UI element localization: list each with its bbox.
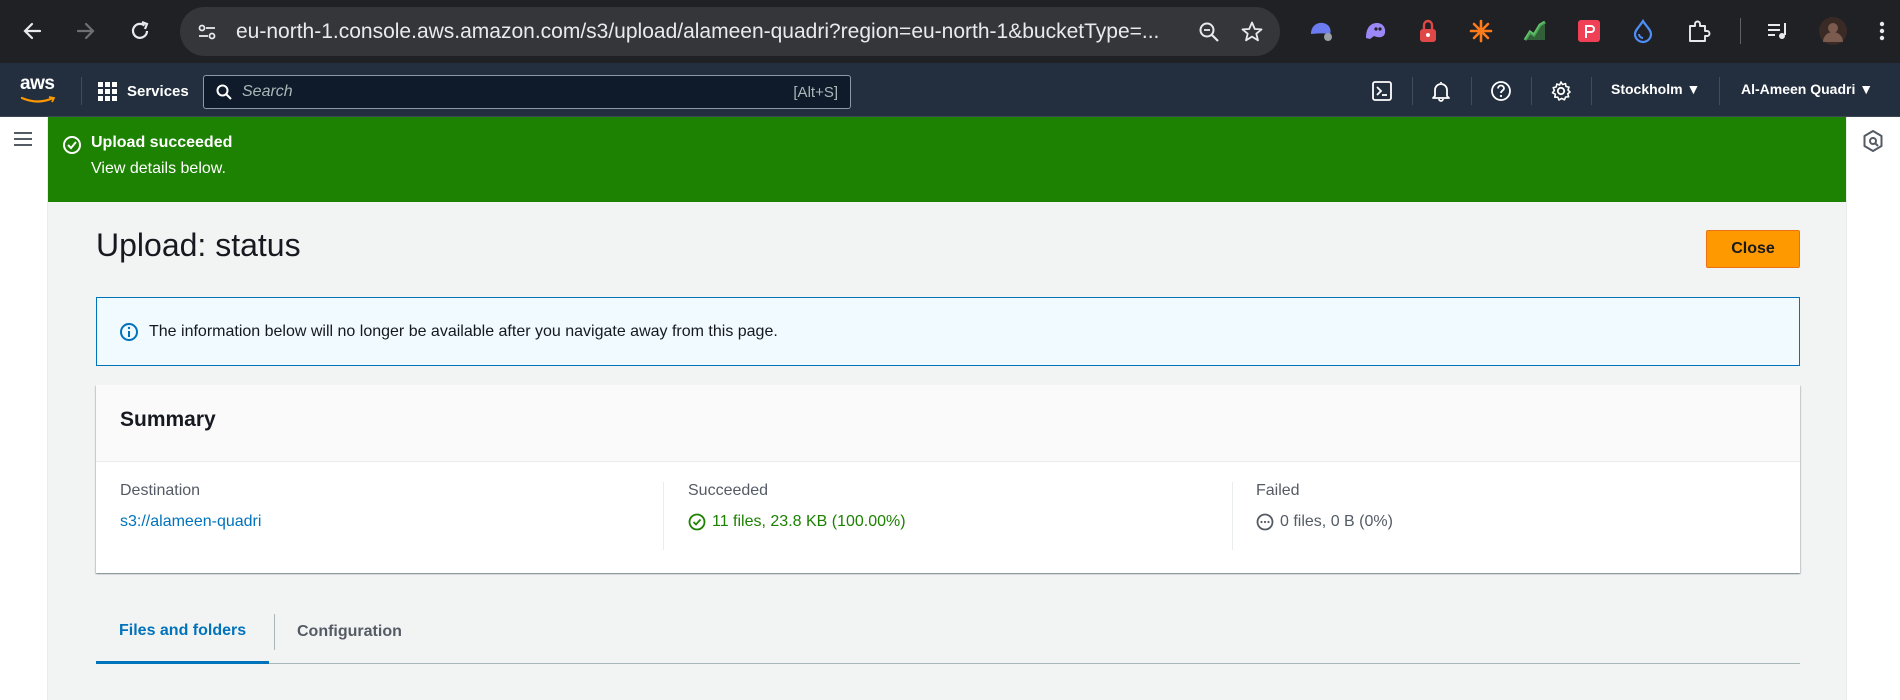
services-label: Services	[127, 82, 189, 100]
extension-lock-icon[interactable]	[1413, 14, 1443, 48]
global-search-input[interactable]: Search [Alt+S]	[203, 75, 851, 109]
summary-title: Summary	[120, 408, 216, 431]
url-text[interactable]: eu-north-1.console.aws.amazon.com/s3/upl…	[236, 20, 1166, 44]
aws-console-header: aws Services Search [Alt+S] Stockholm ▼ …	[0, 63, 1900, 117]
success-check-icon	[62, 135, 82, 160]
browser-menu-icon[interactable]	[1870, 14, 1894, 48]
banner-message: View details below.	[91, 160, 226, 177]
extensions-puzzle-icon[interactable]	[1683, 14, 1713, 48]
succeeded-value: 11 files, 23.8 KB (100.00%)	[712, 513, 906, 530]
region-label: Stockholm	[1611, 81, 1683, 97]
column-divider	[663, 482, 664, 550]
help-icon[interactable]	[1487, 77, 1515, 105]
search-icon	[216, 84, 232, 100]
hamburger-menu-icon[interactable]	[13, 131, 33, 152]
search-placeholder: Search	[242, 83, 293, 100]
services-grid-icon	[98, 81, 117, 101]
region-dropdown-icon: ▼	[1686, 81, 1701, 97]
column-divider	[1232, 482, 1233, 550]
region-selector[interactable]: Stockholm ▼	[1611, 81, 1700, 97]
profile-avatar-icon[interactable]	[1818, 14, 1848, 48]
pending-dots-icon	[1256, 513, 1274, 531]
banner-title: Upload succeeded	[91, 134, 233, 151]
close-button[interactable]: Close	[1706, 230, 1800, 268]
extension-pocket-icon[interactable]	[1574, 14, 1604, 48]
tab-divider	[274, 614, 275, 650]
extension-shield-icon[interactable]	[1306, 14, 1336, 48]
summary-panel: Summary Destination s3://alameen-quadri …	[96, 385, 1800, 573]
tools-panel-icon[interactable]	[1861, 129, 1885, 158]
zoom-icon[interactable]	[1192, 15, 1226, 49]
browser-toolbar: eu-north-1.console.aws.amazon.com/s3/upl…	[0, 0, 1900, 63]
search-shortcut: [Alt+S]	[793, 83, 838, 101]
extension-spark-icon[interactable]	[1466, 14, 1496, 48]
upload-success-banner: Upload succeeded View details below.	[48, 117, 1846, 202]
forward-arrow-icon[interactable]	[68, 13, 104, 49]
toolbar-divider	[1740, 18, 1741, 44]
tab-files-and-folders[interactable]: Files and folders	[96, 600, 270, 664]
failed-value-row: 0 files, 0 B (0%)	[1256, 513, 1393, 531]
services-menu-button[interactable]: Services	[98, 77, 189, 105]
address-bar[interactable]: eu-north-1.console.aws.amazon.com/s3/upl…	[180, 7, 1280, 56]
header-divider	[81, 77, 82, 105]
failed-column: Failed 0 files, 0 B (0%)	[1256, 482, 1393, 550]
extension-drop-icon[interactable]	[1628, 14, 1658, 48]
reload-icon[interactable]	[122, 13, 158, 49]
account-name: Al-Ameen Quadri	[1741, 81, 1856, 97]
header-divider	[1412, 77, 1413, 105]
info-alert: The information below will no longer be …	[96, 297, 1800, 366]
succeeded-label: Succeeded	[688, 482, 769, 499]
tab-configuration[interactable]: Configuration	[297, 600, 402, 664]
left-nav-strip	[0, 117, 48, 700]
failed-label: Failed	[1256, 482, 1300, 499]
success-check-icon	[688, 513, 706, 531]
settings-gear-icon[interactable]	[1547, 77, 1575, 105]
account-menu[interactable]: Al-Ameen Quadri ▼	[1741, 81, 1873, 97]
destination-link[interactable]: s3://alameen-quadri	[120, 513, 261, 531]
header-divider	[1531, 77, 1532, 105]
back-arrow-icon[interactable]	[14, 13, 50, 49]
failed-value: 0 files, 0 B (0%)	[1280, 513, 1393, 530]
aws-logo[interactable]: aws	[20, 73, 60, 107]
header-divider	[1471, 77, 1472, 105]
site-info-icon[interactable]	[190, 15, 224, 49]
extension-chart-icon[interactable]	[1520, 14, 1550, 48]
cloudshell-icon[interactable]	[1368, 77, 1396, 105]
page-title: Upload: status	[96, 227, 301, 263]
extension-ghost-icon[interactable]	[1360, 14, 1390, 48]
succeeded-value-row: 11 files, 23.8 KB (100.00%)	[688, 513, 906, 531]
header-divider	[1719, 77, 1720, 105]
main-content: Upload: status Close The information bel…	[48, 202, 1846, 700]
header-divider	[1591, 77, 1592, 105]
info-icon	[120, 322, 138, 341]
media-playlist-icon[interactable]	[1763, 14, 1793, 48]
destination-label: Destination	[120, 482, 201, 499]
summary-header: Summary	[96, 385, 1800, 462]
account-dropdown-icon: ▼	[1859, 81, 1874, 97]
aws-smile-icon	[20, 96, 56, 103]
bookmark-star-icon[interactable]	[1235, 15, 1269, 49]
aws-logo-text: aws	[20, 73, 55, 94]
right-tools-strip	[1846, 117, 1900, 700]
tab-list: Files and folders Configuration	[96, 600, 1800, 664]
info-alert-text: The information below will no longer be …	[149, 322, 778, 340]
notifications-bell-icon[interactable]	[1427, 77, 1455, 105]
destination-column: Destination s3://alameen-quadri	[120, 482, 261, 550]
succeeded-column: Succeeded 11 files, 23.8 KB (100.00%)	[688, 482, 906, 550]
